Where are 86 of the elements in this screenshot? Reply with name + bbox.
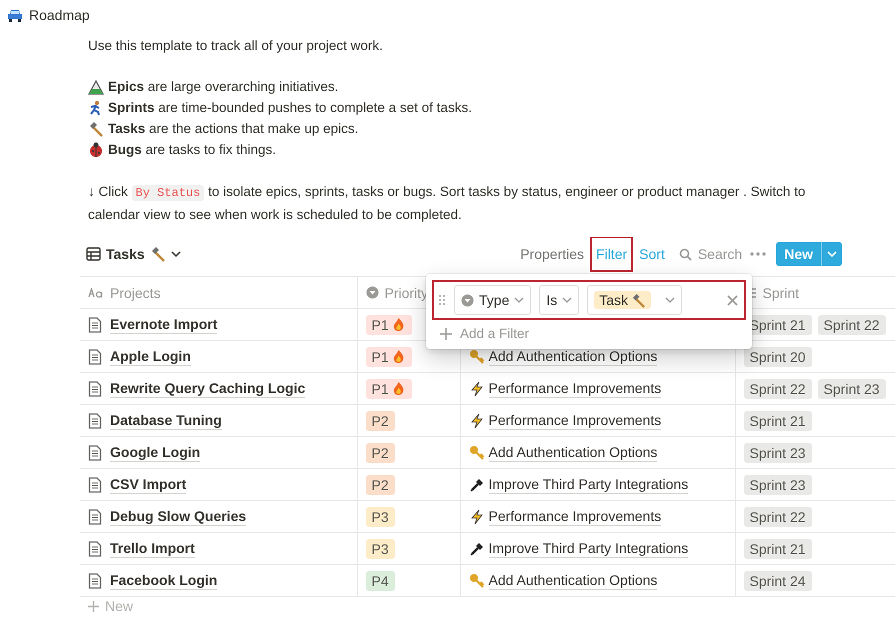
epic-link[interactable]: Performance Improvements <box>488 507 662 526</box>
select-property-icon <box>461 294 474 306</box>
epic-link[interactable]: Add Authentication Options <box>488 443 658 462</box>
sprint-tag: Sprint 20 <box>744 346 812 366</box>
lightning-icon <box>468 508 484 524</box>
page-icon <box>88 476 102 492</box>
sprint-tag: Sprint 22 <box>744 378 812 398</box>
chevron-down-icon <box>827 250 837 258</box>
operator-dropdown[interactable]: Is <box>539 285 580 315</box>
plug-icon <box>468 476 484 492</box>
sprint-tag: Sprint 21 <box>744 538 812 558</box>
table-icon <box>86 247 101 261</box>
priority-tag: P1 <box>366 346 412 366</box>
chevron-down-icon <box>665 296 676 304</box>
priority-tag: P2 <box>366 474 395 494</box>
page-icon <box>88 572 102 588</box>
more-icon[interactable] <box>750 252 766 256</box>
text-property-icon <box>88 288 104 298</box>
sprint-tag: Sprint 24 <box>744 570 812 590</box>
plug-icon <box>468 540 484 556</box>
sprint-tag: Sprint 21 <box>744 410 812 430</box>
page-title[interactable]: Roadmap <box>29 7 90 23</box>
bug-icon <box>88 142 104 158</box>
priority-tag: P1 <box>366 314 412 334</box>
lightning-icon <box>468 380 484 396</box>
chevron-down-icon <box>514 296 524 304</box>
epic-link[interactable]: Performance Improvements <box>488 411 662 430</box>
key-icon <box>468 572 484 588</box>
project-title[interactable]: Rewrite Query Caching Logic <box>110 379 306 398</box>
close-icon <box>727 294 738 306</box>
page-icon <box>88 380 102 396</box>
sprint-tag: Sprint 22 <box>744 506 812 526</box>
page-icon <box>88 508 102 524</box>
hammer-icon <box>631 292 646 308</box>
priority-tag: P4 <box>366 570 395 590</box>
legend-text: Sprints are time-bounded pushes to complete a set of tasks. <box>108 99 472 117</box>
priority-tag: P2 <box>366 410 395 430</box>
car-icon <box>7 8 23 22</box>
priority-tag: P2 <box>366 442 395 462</box>
remove-filter-button[interactable] <box>725 292 740 308</box>
project-title[interactable]: Trello Import <box>110 539 195 558</box>
legend-text: Tasks are the actions that make up epics. <box>108 120 358 138</box>
page-icon <box>88 444 102 460</box>
project-title[interactable]: Google Login <box>110 443 200 462</box>
mountain-icon <box>88 78 104 94</box>
sprint-tag: Sprint 23 <box>818 378 886 398</box>
project-title[interactable]: CSV Import <box>110 475 186 494</box>
sprint-tag: Sprint 22 <box>818 314 886 334</box>
sprint-tag: Sprint 23 <box>744 442 812 462</box>
drag-handle-icon[interactable] <box>438 294 446 306</box>
chevron-down-icon <box>562 296 572 304</box>
legend-text: Bugs are tasks to fix things. <box>108 141 276 159</box>
view-switcher[interactable]: Tasks <box>80 246 181 262</box>
search-icon <box>678 248 692 260</box>
project-title[interactable]: Database Tuning <box>110 411 222 430</box>
lightning-icon <box>468 412 484 428</box>
plus-icon <box>88 600 99 612</box>
select-property-icon <box>366 286 378 299</box>
key-icon <box>468 444 484 460</box>
priority-tag: P1 <box>366 378 412 398</box>
project-title[interactable]: Evernote Import <box>110 315 218 334</box>
properties-button[interactable]: Properties <box>516 242 588 266</box>
epic-link[interactable]: Improve Third Party Integrations <box>488 539 688 558</box>
intro-text: Use this template to track all of your project work. <box>88 37 384 55</box>
value-dropdown[interactable]: Task <box>587 285 682 315</box>
key-icon <box>468 348 484 364</box>
chevron-down-icon <box>170 250 181 258</box>
epic-link[interactable]: Performance Improvements <box>488 379 662 398</box>
page-icon <box>88 540 102 556</box>
priority-tag: P3 <box>366 506 395 526</box>
view-name[interactable]: Tasks <box>106 246 145 262</box>
page-icon <box>88 348 102 364</box>
hammer-icon <box>150 246 166 262</box>
project-title[interactable]: Apple Login <box>110 347 191 366</box>
epic-link[interactable]: Improve Third Party Integrations <box>488 475 688 494</box>
legend-text: Epics are large overarching initiatives. <box>108 78 338 96</box>
property-dropdown[interactable]: Type <box>454 285 532 315</box>
instruction-text: ↓ Click By Status to isolate epics, sprints, tasks or bugs. Sort tasks by status, engineer or product manager . Switch to calendar view to see when work is scheduled to be completed. <box>88 183 806 224</box>
page-icon <box>88 316 102 332</box>
project-title[interactable]: Debug Slow Queries <box>110 507 246 526</box>
priority-tag: P3 <box>366 538 395 558</box>
plus-icon <box>440 328 452 340</box>
task-tag: Task <box>594 291 652 309</box>
sprint-tag: Sprint 23 <box>744 474 812 494</box>
hammer-icon <box>88 120 104 136</box>
page-icon <box>88 412 102 428</box>
